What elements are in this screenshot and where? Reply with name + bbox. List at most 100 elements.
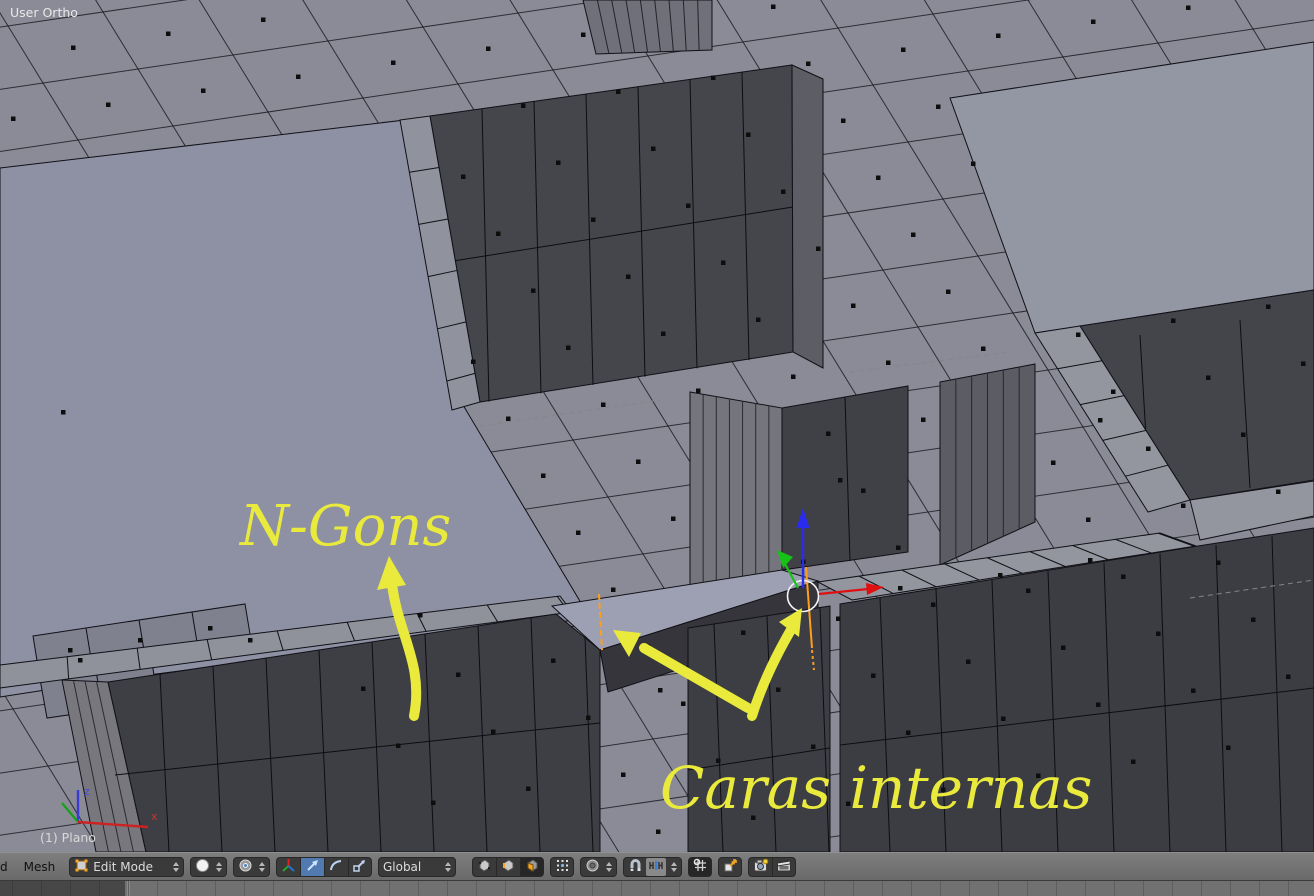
timeline-frame-tick [766,881,767,896]
chevron-updown-icon [606,861,613,872]
occlude-geometry-icon [555,858,570,876]
chevron-updown-icon [671,861,678,872]
opengl-render-still-icon [753,858,769,876]
timeline-frame-tick [360,881,361,896]
timeline-frame-tick [824,881,825,896]
snap-increment-icon [648,860,664,875]
blender-window: z x User Ortho (1) Plano N-Gons Caras interna… [0,0,1314,896]
annotation-caras-label: Caras internas [660,754,1092,822]
snap-magnet-icon [628,858,643,876]
scale-icon [352,858,367,876]
timeline-frame-tick [1085,881,1086,896]
translate-manipulator-button[interactable] [299,856,324,877]
timeline-frame-tick [128,881,129,896]
view-mode-label: User Ortho [10,5,78,20]
timeline-frame-tick [1027,881,1028,896]
timeline-frame-tick [244,881,245,896]
object-info-label: (1) Plano [40,830,96,845]
chevron-updown-icon [215,861,222,872]
timeline-frame-tick [70,881,71,896]
timeline-frame-tick [1172,881,1173,896]
timeline-frame-tick [12,881,13,896]
opengl-render-buttons [748,856,797,877]
timeline-frame-tick [969,881,970,896]
timeline-frame-tick [737,881,738,896]
timeline-frame-tick [1056,881,1057,896]
edge-select-icon [501,858,516,876]
pivot-dropdown[interactable] [232,856,270,877]
timeline-frame-tick [476,881,477,896]
axis-x-label: x [151,810,158,823]
annotation-ngons-label: N-Gons [238,494,451,559]
vertex-select-icon [477,858,492,876]
rotate-manipulator-button[interactable] [323,856,348,877]
mode-dropdown-label: Edit Mode [93,859,153,874]
timeline-frame-tick [273,881,274,896]
orientation-dropdown-label: Global [382,859,422,874]
snap-grid-icon [693,858,708,876]
menu-add-partial[interactable]: d [0,860,10,874]
face-select-icon [525,858,540,876]
timeline-frame-tick [389,881,390,896]
timeline-frame-tick [708,881,709,896]
orientation-dropdown[interactable]: Global [377,856,457,877]
timeline-frame-tick [1114,881,1115,896]
timeline-frame-tick [99,881,100,896]
apply-transform-icon [723,858,738,876]
axis-z-label: z [84,785,90,798]
timeline-frame-tick [215,881,216,896]
chevron-updown-icon [258,861,265,872]
manipulator-axes-button[interactable] [275,856,300,877]
timeline-frame-tick [157,881,158,896]
proportional-edit-dropdown[interactable] [580,856,618,877]
scale-manipulator-button[interactable] [347,856,372,877]
timeline-prestart-range [0,881,125,896]
opengl-render-still-button[interactable] [748,856,773,877]
vertex-select-button[interactable] [472,856,497,877]
menu-mesh[interactable]: Mesh [16,860,64,874]
timeline-frame-tick [447,881,448,896]
timeline-frame-tick [853,881,854,896]
apply-transform-button[interactable] [718,856,743,877]
viewport-header: d Mesh Edit Mode Global [0,852,1314,881]
timeline-frame-tick [1259,881,1260,896]
snap-magnet-button[interactable] [628,858,643,876]
shading-sphere-icon [195,858,210,876]
manipulator-buttons [275,856,372,877]
timeline-frame-tick [505,881,506,896]
timeline-frame-tick [563,881,564,896]
timeline-frame-tick [534,881,535,896]
timeline-frame-tick [621,881,622,896]
timeline-frame-tick [1143,881,1144,896]
translate-icon [305,858,320,876]
opengl-render-anim-button[interactable] [772,856,797,877]
mode-dropdown[interactable]: Edit Mode [69,856,184,877]
opengl-render-anim-icon [776,858,792,876]
timeline-frame-tick [911,881,912,896]
shading-dropdown[interactable] [189,856,227,877]
timeline-strip[interactable] [0,881,1314,896]
timeline-frame-tick [650,881,651,896]
face-select-button[interactable] [520,856,545,877]
timeline-frame-tick [940,881,941,896]
proportional-edit-icon [585,858,600,876]
chevron-updown-icon [445,861,452,872]
edge-select-button[interactable] [496,856,521,877]
timeline-frame-tick [592,881,593,896]
snap-grid-button[interactable] [688,856,713,877]
snap-element-button[interactable] [646,857,667,876]
occlude-geometry-button[interactable] [550,856,575,877]
timeline-frame-tick [331,881,332,896]
timeline-frame-tick [1230,881,1231,896]
rotate-icon [329,858,344,876]
timeline-frame-tick [302,881,303,896]
timeline-frame-tick [418,881,419,896]
pivot-point-icon [238,858,253,876]
timeline-frame-tick [186,881,187,896]
viewport-3d[interactable]: z x User Ortho (1) Plano N-Gons Caras interna… [0,0,1314,852]
chevron-updown-icon [172,861,179,872]
snap-controls [623,856,683,877]
timeline-frame-tick [1288,881,1289,896]
timeline-frame-tick [679,881,680,896]
mesh-scene: z x User Ortho (1) Plano N-Gons Caras interna… [0,0,1314,852]
